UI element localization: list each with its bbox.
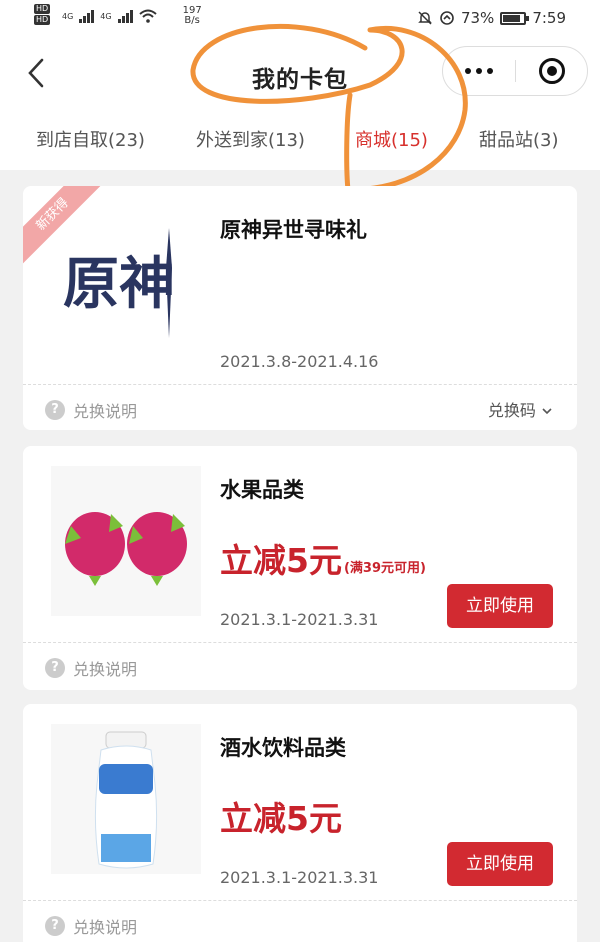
- hd-badge: HD: [34, 4, 51, 14]
- coupon-title: 酒水饮料品类: [220, 736, 346, 760]
- coupon-tabs: 到店自取(23) 外送到家(13) 商城(15) 甜品站(3): [0, 110, 600, 170]
- redeem-code-label: 兑换码: [487, 401, 536, 420]
- battery-icon: [500, 11, 530, 25]
- question-icon: ?: [45, 400, 65, 420]
- genshin-logo-icon: 原神: [63, 228, 175, 338]
- mini-program-capsule: [442, 46, 588, 96]
- question-icon: ?: [45, 658, 65, 678]
- coupon-title: 原神异世寻味礼: [220, 218, 367, 242]
- net-speed-unit: B/s: [184, 15, 200, 26]
- mute-bell-icon: [418, 11, 432, 25]
- redeem-help[interactable]: ? 兑换说明: [45, 914, 137, 938]
- status-right: 73% 7:59: [417, 9, 566, 27]
- coupon-footer: ? 兑换说明: [23, 900, 577, 942]
- nav-bar: 我的卡包: [0, 38, 600, 110]
- network-type: 4G: [62, 11, 74, 21]
- use-now-button[interactable]: 立即使用: [447, 584, 553, 628]
- network-type-2: 4G: [100, 11, 112, 21]
- tab-dessert[interactable]: 甜品站(3): [479, 126, 559, 152]
- coupon-date: 2021.3.1-2021.3.31: [220, 868, 379, 887]
- tab-mall[interactable]: 商城(15): [355, 126, 428, 152]
- net-speed: 197 B/s: [183, 6, 202, 26]
- hd-badges: HD HD: [34, 4, 51, 25]
- coupon-card-drinks[interactable]: 酒水饮料品类 立减5元 2021.3.1-2021.3.31 立即使用 ? 兑换…: [23, 704, 577, 942]
- status-bar: HD HD 4G 4G 197 B/s 73% 7:59: [0, 0, 600, 38]
- battery-percent: 73%: [460, 9, 495, 27]
- tab-delivery[interactable]: 外送到家(13): [196, 126, 305, 152]
- redeem-help[interactable]: ? 兑换说明: [45, 656, 137, 680]
- coupon-footer: ? 兑换说明: [23, 642, 577, 688]
- tab-pickup[interactable]: 到店自取(23): [36, 126, 145, 152]
- chevron-down-icon: [542, 408, 552, 415]
- coupon-card-genshin[interactable]: 新获得 原神 原神异世寻味礼 2021.3.8-2021.4.16 ? 兑换说明…: [23, 186, 577, 430]
- signal-icon: [79, 9, 95, 23]
- discount-amount: 立减5元: [220, 799, 342, 838]
- discount-amount: 立减5元: [220, 541, 342, 580]
- redeem-help[interactable]: ? 兑换说明: [45, 398, 137, 422]
- capsule-divider: [515, 60, 516, 82]
- coupon-discount: 立减5元: [220, 792, 342, 840]
- clock: 7:59: [532, 9, 566, 27]
- coupon-card-fruit[interactable]: 水果品类 立减5元 (满39元可用) 2021.3.1-2021.3.31 立即使…: [23, 446, 577, 690]
- use-now-button[interactable]: 立即使用: [447, 842, 553, 886]
- dragon-fruit-image: [51, 466, 201, 616]
- hd-badge: HD: [34, 15, 51, 25]
- discount-condition: (满39元可用): [343, 561, 426, 576]
- redeem-code-toggle[interactable]: 兑换码: [488, 397, 553, 421]
- question-icon: ?: [45, 916, 65, 936]
- more-menu-icon[interactable]: [443, 47, 515, 95]
- close-mini-program-icon[interactable]: [539, 58, 565, 84]
- coupon-date: 2021.3.1-2021.3.31: [220, 610, 379, 629]
- redeem-help-label: 兑换说明: [73, 918, 138, 937]
- signal-icon-2: [117, 9, 133, 23]
- status-left: HD HD 4G 4G 197 B/s: [34, 4, 202, 26]
- redeem-help-label: 兑换说明: [73, 660, 138, 679]
- redeem-help-label: 兑换说明: [73, 402, 138, 421]
- wifi-icon: [138, 9, 157, 23]
- coupon-discount: 立减5元 (满39元可用): [220, 534, 426, 582]
- data-saver-icon: [440, 11, 454, 25]
- genshin-logo-text: 原神: [63, 251, 175, 317]
- coupon-date: 2021.3.8-2021.4.16: [220, 352, 379, 371]
- coupon-footer: ? 兑换说明 兑换码: [23, 384, 577, 430]
- coupon-title: 水果品类: [220, 478, 304, 502]
- yogurt-drink-image: [51, 724, 201, 874]
